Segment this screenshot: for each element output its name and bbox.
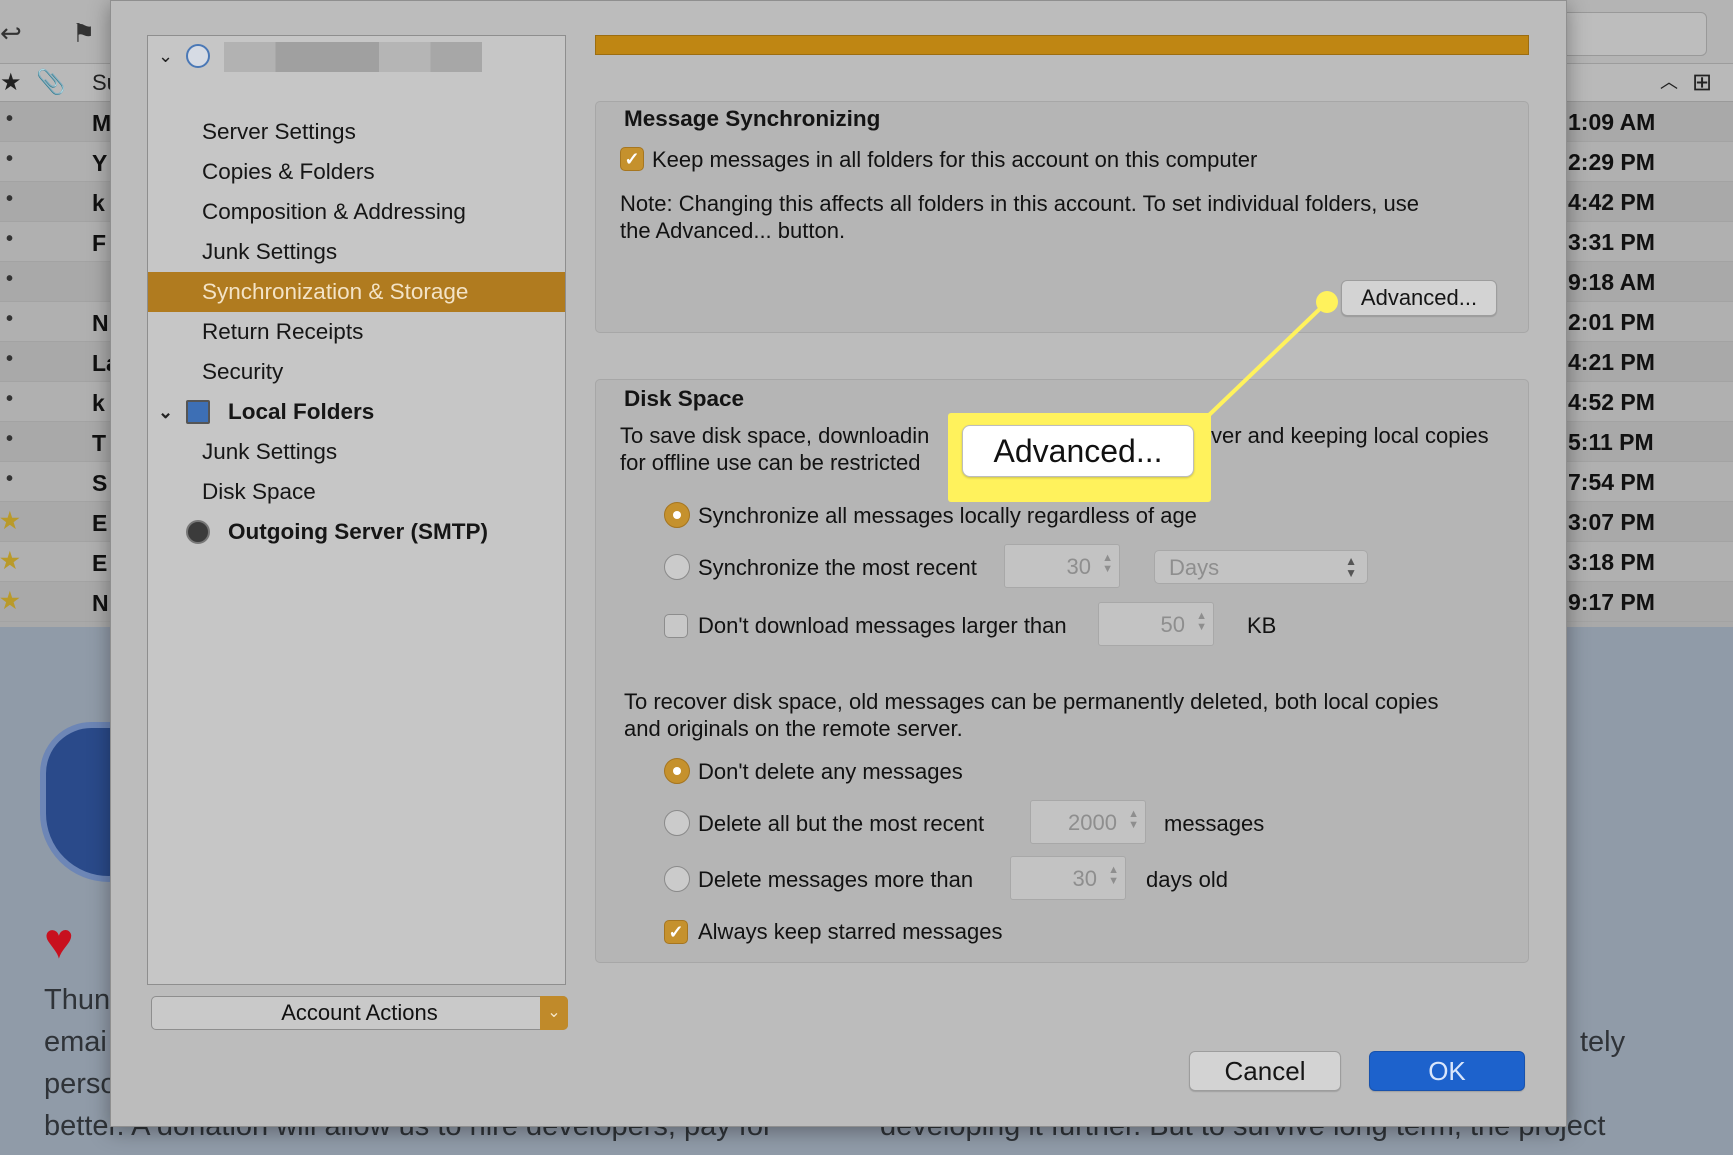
- delete-older-unit: days old: [1146, 867, 1228, 892]
- select-arrows-icon: ▲ ▼: [1345, 554, 1357, 580]
- stepper-arrows-icon[interactable]: ▲ ▼: [1108, 865, 1119, 887]
- stepper-arrows-icon[interactable]: ▲ ▼: [1196, 611, 1207, 633]
- background-search-field[interactable]: [1557, 12, 1707, 56]
- starred-icon[interactable]: ★: [0, 508, 20, 534]
- disk-space-intro-b: ver and keeping local copies: [1211, 423, 1489, 448]
- chevron-down-icon[interactable]: ⌄: [158, 36, 173, 76]
- star-column-icon[interactable]: ★: [0, 68, 22, 97]
- reply-icon[interactable]: ↩: [0, 18, 22, 49]
- dont-download-stepper[interactable]: 50 ▲ ▼: [1098, 602, 1214, 646]
- delete-older-radio[interactable]: [664, 866, 690, 892]
- start-page-text: perso: [44, 1068, 117, 1100]
- read-dot-icon: •: [6, 228, 14, 250]
- sync-recent-stepper[interactable]: 30 ▲ ▼: [1004, 544, 1120, 588]
- sync-note-line1: Note: Changing this affects all folders …: [620, 191, 1419, 216]
- stepper-arrows-icon[interactable]: ▲ ▼: [1102, 553, 1113, 575]
- read-dot-icon: •: [6, 348, 14, 370]
- recover-line1: To recover disk space, old messages can …: [624, 689, 1439, 714]
- tree-item-disk-space[interactable]: Disk Space: [148, 472, 565, 512]
- tree-item-copies-folders[interactable]: Copies & Folders: [148, 152, 565, 192]
- chevron-down-icon[interactable]: ⌄: [158, 392, 173, 432]
- disk-space-intro-a: To save disk space, downloadin: [620, 423, 930, 448]
- tree-item-server-settings[interactable]: Server Settings: [148, 112, 565, 152]
- read-dot-icon: •: [6, 148, 14, 170]
- attachment-column-icon[interactable]: 📎: [36, 68, 66, 97]
- progress-bar: [595, 35, 1529, 55]
- sort-up-icon[interactable]: ︿: [1660, 68, 1678, 94]
- tree-outgoing-server[interactable]: Outgoing Server (SMTP): [148, 512, 565, 552]
- read-dot-icon: •: [6, 268, 14, 290]
- heart-icon: ♥: [44, 913, 74, 969]
- tree-account-row[interactable]: ⌄: [148, 36, 565, 76]
- outgoing-server-icon: [186, 520, 210, 544]
- delete-but-recent-radio[interactable]: [664, 810, 690, 836]
- tree-item-junk-settings[interactable]: Junk Settings: [148, 232, 565, 272]
- delete-but-recent-label: Delete all but the most recent: [698, 811, 985, 836]
- disk-space-title: Disk Space: [624, 386, 745, 411]
- advanced-button[interactable]: Advanced...: [1341, 280, 1497, 316]
- read-dot-icon: •: [6, 308, 14, 330]
- recover-line2: and originals on the remote server.: [624, 716, 963, 741]
- account-settings-dialog: ⌄ Server Settings Copies & Folders Compo…: [110, 0, 1567, 1127]
- start-page-text: Thun: [44, 984, 111, 1016]
- read-dot-icon: •: [6, 428, 14, 450]
- start-page-text: emai: [44, 1026, 107, 1058]
- dont-delete-radio[interactable]: [664, 758, 690, 784]
- redacted-account-name: [224, 42, 482, 72]
- ok-button[interactable]: OK: [1369, 1051, 1525, 1091]
- delete-but-recent-stepper[interactable]: 2000 ▲ ▼: [1030, 800, 1146, 844]
- tree-item-return-receipts[interactable]: Return Receipts: [148, 312, 565, 352]
- read-dot-icon: •: [6, 188, 14, 210]
- sync-recent-radio[interactable]: [664, 554, 690, 580]
- sync-all-label: Synchronize all messages locally regardl…: [698, 503, 1197, 528]
- cancel-button[interactable]: Cancel: [1189, 1051, 1341, 1091]
- sync-all-radio[interactable]: [664, 502, 690, 528]
- read-dot-icon: •: [6, 108, 14, 130]
- local-folders-icon: [186, 400, 210, 424]
- starred-icon[interactable]: ★: [0, 588, 20, 614]
- dont-download-label: Don't download messages larger than: [698, 613, 1067, 638]
- account-tree: ⌄ Server Settings Copies & Folders Compo…: [147, 35, 566, 985]
- advanced-callout-button: Advanced...: [962, 425, 1194, 477]
- tree-item-sync-storage[interactable]: Synchronization & Storage: [148, 272, 565, 312]
- delete-older-label: Delete messages more than: [698, 867, 974, 892]
- tree-local-folders[interactable]: ⌄ Local Folders: [148, 392, 565, 432]
- column-picker-icon[interactable]: ⊞: [1692, 68, 1712, 97]
- delete-older-stepper[interactable]: 30 ▲ ▼: [1010, 856, 1126, 900]
- account-actions-button[interactable]: Account Actions ⌄: [151, 996, 568, 1030]
- chevron-down-icon: ⌄: [540, 996, 568, 1030]
- sync-note-line2: the Advanced... button.: [620, 218, 846, 243]
- keep-starred-checkbox[interactable]: ✓: [664, 920, 688, 944]
- stepper-arrows-icon[interactable]: ▲ ▼: [1128, 809, 1139, 831]
- tree-item-composition[interactable]: Composition & Addressing: [148, 192, 565, 232]
- advanced-callout: Advanced...: [948, 413, 1211, 502]
- dont-download-unit: KB: [1247, 613, 1277, 638]
- dont-delete-label: Don't delete any messages: [698, 759, 963, 784]
- delete-but-recent-unit: messages: [1164, 811, 1265, 836]
- sync-recent-unit-select[interactable]: Days ▲ ▼: [1154, 550, 1368, 584]
- read-dot-icon: •: [6, 468, 14, 490]
- account-icon: [186, 44, 210, 68]
- sync-recent-label: Synchronize the most recent: [698, 555, 977, 580]
- read-dot-icon: •: [6, 388, 14, 410]
- dont-download-checkbox[interactable]: [664, 614, 688, 638]
- keep-starred-label: Always keep starred messages: [698, 919, 1003, 944]
- tree-item-local-junk[interactable]: Junk Settings: [148, 432, 565, 472]
- message-sync-group: Message Synchronizing ✓ Keep messages in…: [595, 101, 1529, 333]
- keep-messages-checkbox[interactable]: ✓: [620, 147, 644, 171]
- tree-item-security[interactable]: Security: [148, 352, 565, 392]
- disk-space-intro-line2: for offline use can be restricted: [620, 450, 921, 475]
- message-sync-title: Message Synchronizing: [624, 106, 881, 131]
- start-page-text: tely: [1580, 1026, 1626, 1058]
- starred-icon[interactable]: ★: [0, 548, 20, 574]
- bookmark-icon[interactable]: ⚑: [72, 18, 95, 49]
- keep-messages-label: Keep messages in all folders for this ac…: [652, 147, 1258, 172]
